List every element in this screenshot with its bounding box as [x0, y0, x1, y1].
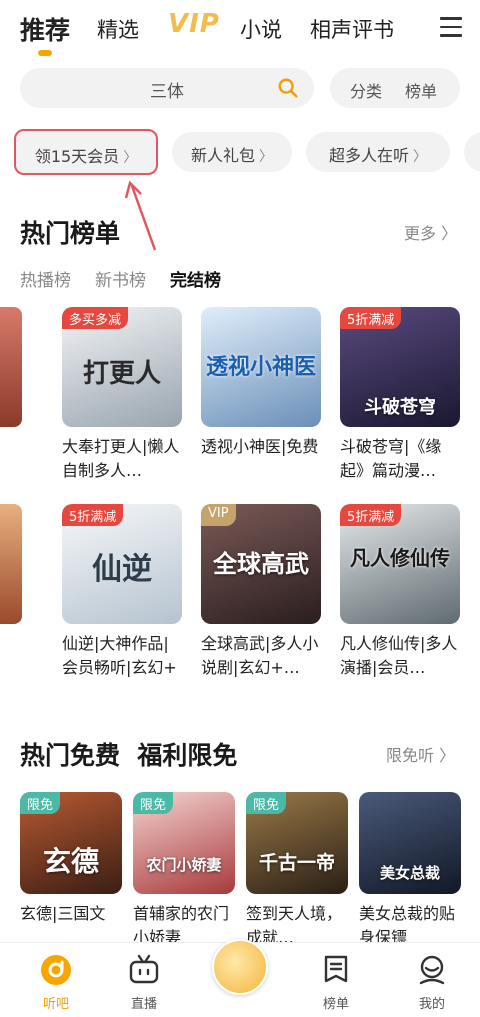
- cover-text: 斗破苍穹: [364, 397, 436, 418]
- bottom-nav: 听吧 直播 榜单 我的: [0, 939, 480, 1017]
- chevron-right-icon: 〉: [413, 149, 427, 165]
- book-card[interactable]: 透视小神医 透视小神医|免费: [201, 307, 321, 483]
- tab-crosstalk[interactable]: 相声评书: [310, 14, 394, 44]
- book-cover: 5折满减 斗破苍穹: [340, 307, 460, 427]
- cover-text: 全球高武: [213, 550, 309, 578]
- book-title: 斗破苍穹|《缘起》篇动漫…: [340, 437, 442, 480]
- nav-live[interactable]: [104, 953, 184, 987]
- chip-popular[interactable]: 超多人在听〉: [306, 132, 450, 172]
- book-cover: 透视小神医: [201, 307, 321, 427]
- book-cover: 限免 玄德: [20, 792, 122, 894]
- chevron-right-icon: 〉: [439, 746, 456, 765]
- chip-label: 新人礼包: [190, 146, 255, 165]
- book-card[interactable]: 5折满减 斗破苍穹 斗破苍穹|《缘起》篇动漫…: [340, 307, 460, 483]
- cover-text: 农门小娇妻: [146, 856, 222, 874]
- book-cover: 多买多减 打更人: [62, 307, 182, 427]
- nav-listen[interactable]: [16, 953, 96, 987]
- listen-icon: [41, 955, 71, 985]
- nav-ranking[interactable]: [296, 953, 376, 987]
- cover-text: 打更人: [82, 359, 161, 389]
- search-bar[interactable]: 三体: [20, 68, 314, 108]
- chip-label: 超多人在听: [328, 146, 409, 165]
- free-badge: 限免: [133, 792, 174, 814]
- search-icon[interactable]: [277, 77, 299, 99]
- more-label: 更多: [404, 224, 437, 243]
- free-section-title: 热门免费 福利限免: [20, 741, 238, 770]
- book-card[interactable]: 限免 农门小娇妻 首辅家的农门小娇妻: [133, 792, 235, 950]
- book-card[interactable]: 多买多减 打更人 大奉打更人|懒人自制多人…: [62, 307, 182, 483]
- more-label: 限免听: [386, 746, 435, 765]
- promo-badge: 5折满减: [62, 504, 124, 526]
- category-link[interactable]: 分类: [350, 78, 382, 102]
- book-cover: 限免 千古一帝: [246, 792, 348, 894]
- chip-label: 领15天会员: [34, 147, 120, 166]
- hot-ranking-more[interactable]: 更多 〉: [404, 220, 457, 244]
- cover-text: 凡人修仙传: [350, 546, 450, 570]
- book-cover: VIP 全球高武: [201, 504, 321, 624]
- vip-badge: VIP: [201, 504, 236, 526]
- book-title: 玄德|三国文: [20, 904, 106, 923]
- partial-cover[interactable]: [0, 307, 22, 427]
- chip-more[interactable]: [464, 132, 480, 172]
- tv-icon: [129, 954, 159, 984]
- nav-ranking-label: 榜单: [322, 997, 349, 1012]
- free-badge: 限免: [20, 792, 61, 814]
- subtab-hot[interactable]: 热播榜: [20, 266, 71, 291]
- tab-novel[interactable]: 小说: [240, 14, 282, 44]
- promo-badge: 5折满减: [340, 307, 402, 329]
- avatar: [212, 939, 268, 995]
- cover-text: 玄德: [42, 845, 99, 878]
- book-title: 仙逆|大神作品|会员畅听|玄幻+: [62, 634, 177, 677]
- book-title: 大奉打更人|懒人自制多人…: [62, 437, 180, 480]
- book-title: 凡人修仙传|多人演播|会员…: [340, 634, 458, 677]
- book-card[interactable]: VIP 全球高武 全球高武|多人小说剧|玄幻+…: [201, 504, 321, 680]
- top-tab-bar: 推荐 精选 VIP 小说 相声评书: [0, 0, 480, 64]
- cover-text: 仙逆: [92, 552, 152, 587]
- cover-text: 千古一帝: [258, 852, 335, 874]
- chevron-right-icon: 〉: [259, 149, 273, 165]
- category-ranking-pill: 分类 榜单: [330, 68, 460, 108]
- ranking-link[interactable]: 榜单: [405, 78, 437, 102]
- partial-cover[interactable]: [0, 504, 22, 624]
- free-section-more[interactable]: 限免听 〉: [386, 742, 455, 766]
- chip-new-user-gift[interactable]: 新人礼包〉: [172, 132, 292, 172]
- nav-live-label: 直播: [130, 997, 157, 1012]
- tab-vip[interactable]: VIP: [168, 9, 220, 39]
- book-cover: 限免 农门小娇妻: [133, 792, 235, 894]
- book-card[interactable]: 限免 千古一帝 签到天人境，成就…: [246, 792, 348, 950]
- profile-icon: [419, 955, 445, 985]
- promo-badge: 5折满减: [340, 504, 402, 526]
- book-card[interactable]: 5折满减 凡人修仙传 凡人修仙传|多人演播|会员…: [340, 504, 460, 680]
- promo-badge: 多买多减: [62, 307, 129, 329]
- hot-ranking-title: 热门榜单: [20, 219, 121, 248]
- chevron-right-icon: 〉: [441, 224, 458, 243]
- book-card[interactable]: 限免 玄德 玄德|三国文: [20, 792, 122, 926]
- ranking-icon: [324, 955, 348, 983]
- book-cover: 5折满减 仙逆: [62, 504, 182, 624]
- free-badge: 限免: [246, 792, 287, 814]
- cover-text: 透视小神医: [205, 355, 316, 380]
- nav-profile-label: 我的: [418, 997, 445, 1012]
- search-input[interactable]: 三体: [20, 77, 314, 102]
- subtab-new[interactable]: 新书榜: [95, 266, 146, 291]
- book-cover: 美女总裁: [359, 792, 461, 894]
- book-title: 全球高武|多人小说剧|玄幻+…: [201, 634, 319, 677]
- cover-text: 美女总裁: [379, 864, 440, 882]
- book-card[interactable]: 5折满减 仙逆 仙逆|大神作品|会员畅听|玄幻+: [62, 504, 182, 680]
- menu-icon[interactable]: [440, 17, 462, 39]
- nav-listen-label: 听吧: [42, 997, 69, 1012]
- tab-recommend[interactable]: 推荐: [20, 11, 70, 47]
- nav-center-avatar[interactable]: [200, 939, 280, 995]
- subtab-finished[interactable]: 完结榜: [170, 266, 221, 291]
- chip-free-vip[interactable]: 领15天会员〉: [14, 129, 158, 175]
- book-card[interactable]: 美女总裁 美女总裁的贴身保镖: [359, 792, 461, 950]
- book-title: 透视小神医|免费: [201, 437, 319, 456]
- book-cover: 5折满减 凡人修仙传: [340, 504, 460, 624]
- nav-profile[interactable]: [392, 953, 472, 987]
- chevron-right-icon: 〉: [123, 150, 138, 166]
- tab-indicator: [38, 50, 52, 56]
- tab-featured[interactable]: 精选: [97, 14, 139, 44]
